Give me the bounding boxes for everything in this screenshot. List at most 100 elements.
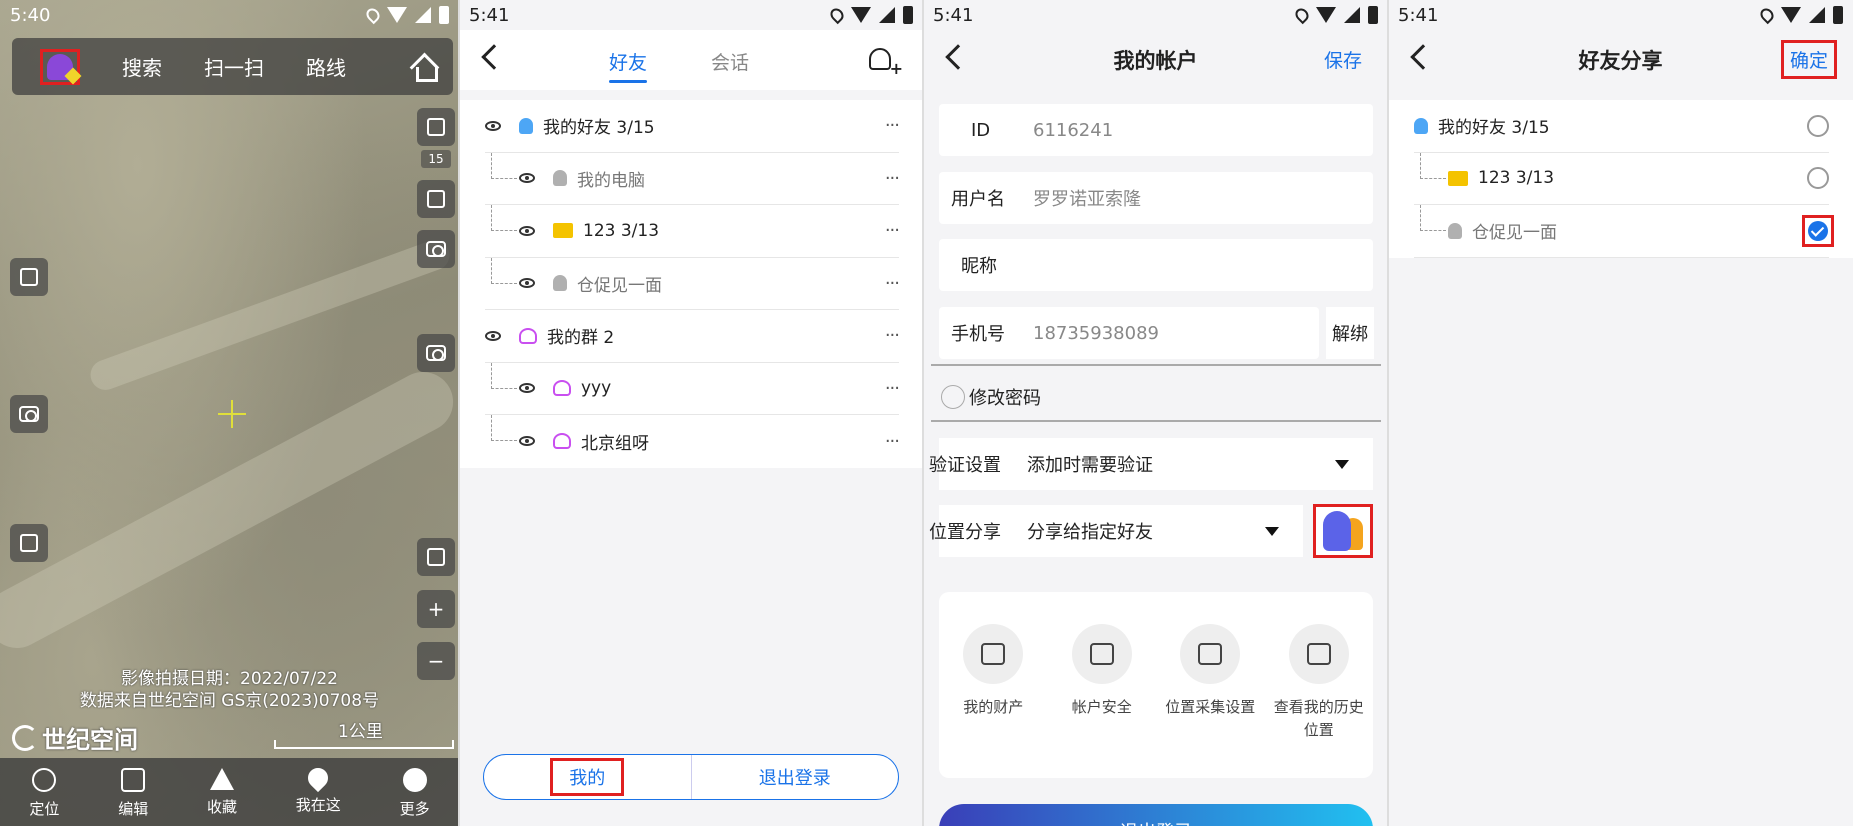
crosshair-icon: [218, 400, 246, 428]
brand-logo: 世纪空间: [12, 720, 138, 755]
confirm-button[interactable]: 确定: [1780, 40, 1837, 79]
logout-button[interactable]: 退出登录: [692, 755, 899, 799]
group-icon: [519, 327, 537, 344]
wallet-item[interactable]: 我的财产: [948, 624, 1038, 778]
tree-row-group-beijing[interactable]: 北京组呀 ···: [485, 415, 900, 468]
signal-icon: [415, 7, 431, 23]
user-avatar-button[interactable]: [40, 48, 80, 85]
select-friends-button[interactable]: [1313, 504, 1373, 558]
home-icon[interactable]: [411, 55, 438, 82]
folder-icon: [553, 223, 573, 239]
tree-row-my-friends[interactable]: 我的好友 3/15 ···: [485, 100, 900, 153]
tab-label: 收藏: [206, 798, 237, 816]
eye-icon[interactable]: [519, 436, 535, 447]
item-label: 查看我的历史位置: [1273, 698, 1364, 739]
map-style-button[interactable]: [417, 538, 455, 576]
pin-icon: [304, 763, 333, 793]
location-status-icon: [1757, 5, 1777, 25]
user-icon: [519, 117, 533, 134]
capture-button[interactable]: [417, 334, 455, 372]
checkbox-highlight[interactable]: [1802, 214, 1834, 247]
signal-icon: [1809, 7, 1825, 23]
layers-button[interactable]: [417, 108, 455, 146]
share-row-friend[interactable]: 仓促见一面: [1414, 205, 1834, 258]
trash-icon: [20, 534, 38, 552]
tree-row-folder-123[interactable]: 123 3/13 ···: [485, 205, 900, 258]
data-source: 数据来自世纪空间 GS京(2023)0708号: [79, 691, 380, 711]
status-bar: 5:40: [0, 0, 459, 30]
tab-edit[interactable]: 编辑: [118, 758, 148, 826]
tab-locate[interactable]: 定位: [29, 758, 59, 826]
eye-icon[interactable]: [485, 330, 501, 341]
logout-button[interactable]: 退出登录: [939, 804, 1373, 826]
3d-button[interactable]: [10, 258, 48, 296]
map-settings-button[interactable]: [10, 395, 48, 433]
search-button[interactable]: 搜索: [122, 52, 162, 81]
eye-icon[interactable]: [519, 383, 535, 394]
eye-icon[interactable]: [485, 120, 501, 131]
save-button[interactable]: 保存: [1324, 46, 1362, 73]
unbind-button[interactable]: 解绑: [1326, 307, 1374, 359]
user-icon: [1448, 222, 1462, 239]
nickname-field[interactable]: 昵称: [939, 239, 1373, 291]
more-options-icon[interactable]: ···: [885, 378, 900, 399]
location-share-select[interactable]: 位置分享 分享给指定好友: [929, 505, 1303, 557]
change-password-toggle[interactable]: 修改密码: [941, 384, 1041, 410]
route-button[interactable]: 路线: [306, 52, 346, 81]
tab-here[interactable]: 我在这: [296, 758, 341, 826]
share-list: 我的好友 3/15 123 3/13 仓促见一面: [1388, 100, 1853, 258]
security-item[interactable]: 帐户安全: [1057, 624, 1147, 778]
change-password-label: 修改密码: [969, 388, 1041, 409]
tree-label: yyy: [581, 378, 612, 399]
camera-icon: [426, 241, 446, 257]
panel-divider: [922, 0, 924, 826]
tree-label: 123 3/13: [583, 220, 660, 241]
brand-name: 世纪空间: [42, 726, 138, 754]
location-status-icon: [827, 5, 847, 25]
delete-button[interactable]: [10, 524, 48, 562]
radio-unchecked[interactable]: [1807, 167, 1829, 190]
scan-button[interactable]: 扫一扫: [204, 52, 264, 81]
radio-unchecked[interactable]: [1807, 114, 1829, 137]
share-row-my-friends[interactable]: 我的好友 3/15: [1414, 100, 1829, 153]
mine-button[interactable]: 我的: [550, 758, 625, 796]
tab-chats[interactable]: 会话: [711, 48, 749, 83]
more-options-icon[interactable]: ···: [885, 168, 900, 189]
friends-icon: [1323, 511, 1351, 551]
back-icon[interactable]: [481, 44, 507, 70]
history-location-item[interactable]: 查看我的历史位置: [1274, 624, 1364, 778]
friend-tree: 我的好友 3/15 ··· 我的电脑 ··· 123 3/13 ··· 仓促见一…: [459, 100, 923, 468]
eye-icon[interactable]: [519, 173, 535, 184]
phone-value: 18735938089: [1033, 322, 1159, 344]
zoom-in-button[interactable]: +: [417, 590, 455, 628]
more-options-icon[interactable]: ···: [885, 273, 900, 294]
tab-more[interactable]: 更多: [400, 758, 430, 826]
tab-label: 更多: [399, 800, 430, 818]
tree-row-my-computer[interactable]: 我的电脑 ···: [485, 152, 900, 205]
verify-setting-select[interactable]: 验证设置 添加时需要验证: [929, 438, 1373, 490]
more-options-icon[interactable]: ···: [885, 431, 900, 452]
tab-favorites[interactable]: 收藏: [207, 758, 237, 826]
tab-label: 我在这: [295, 796, 341, 814]
more-options-icon[interactable]: ···: [885, 115, 900, 136]
more-options-icon[interactable]: ···: [885, 325, 900, 346]
share-label: 123 3/13: [1478, 168, 1555, 189]
fullscreen-button[interactable]: [417, 180, 455, 218]
username-field[interactable]: 用户名 罗罗诺亚索隆: [939, 172, 1373, 224]
more-options-icon[interactable]: ···: [885, 220, 900, 241]
tree-label: 我的好友 3/15: [543, 118, 655, 139]
phone-field[interactable]: 手机号 18735938089: [939, 307, 1319, 359]
tree-row-group-yyy[interactable]: yyy ···: [485, 362, 900, 415]
tab-friends[interactable]: 好友: [609, 48, 648, 83]
mine-button-wrap: 我的: [484, 755, 692, 799]
add-friend-icon[interactable]: [869, 48, 903, 78]
share-row-folder[interactable]: 123 3/13: [1414, 152, 1829, 205]
eye-icon[interactable]: [519, 278, 535, 289]
screenshot-button[interactable]: [417, 230, 455, 268]
brand-icon: [12, 724, 38, 751]
tree-row-friend[interactable]: 仓促见一面 ···: [485, 257, 900, 310]
tree-row-my-groups[interactable]: 我的群 2 ···: [485, 310, 900, 363]
eye-icon[interactable]: [519, 225, 535, 236]
location-collect-item[interactable]: 位置采集设置: [1165, 624, 1255, 778]
plus-icon: +: [427, 597, 445, 621]
